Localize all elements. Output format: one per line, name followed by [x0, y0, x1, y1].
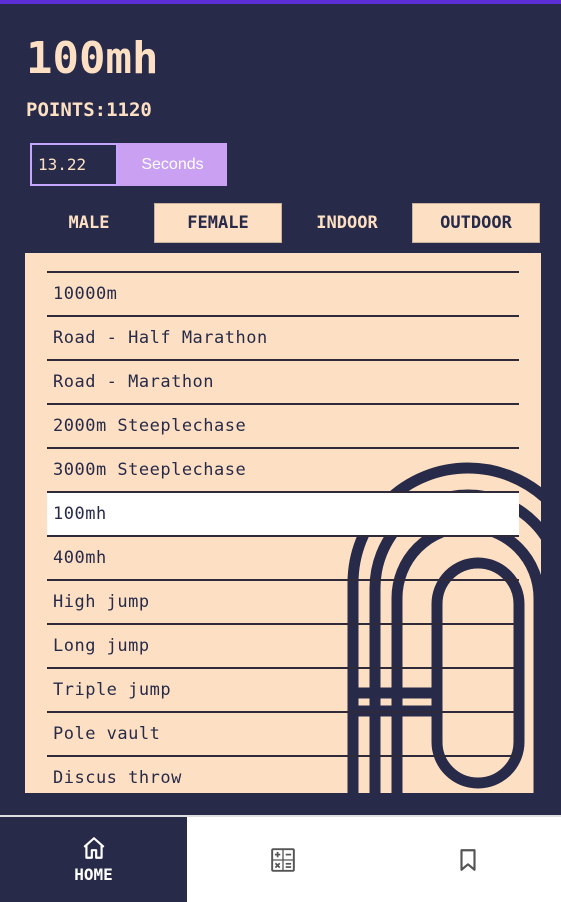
event-row-label: Discus throw: [53, 768, 182, 788]
event-row[interactable]: Discus throw: [47, 757, 519, 793]
event-list-panel: 10000m Road - Half Marathon Road - Maratho…: [25, 253, 541, 793]
bookmark-icon: [459, 848, 476, 871]
event-row-label: High jump: [53, 592, 150, 612]
outdoor-toggle[interactable]: OUTDOOR: [412, 203, 540, 243]
nav-home[interactable]: HOME: [0, 817, 187, 902]
event-row-label: Road - Half Marathon: [53, 328, 268, 348]
home-icon: [83, 837, 104, 859]
nav-calculator[interactable]: [189, 817, 376, 902]
event-row[interactable]: 2000m Steeplechase: [47, 405, 519, 449]
event-row[interactable]: Road - Marathon: [47, 361, 519, 405]
female-toggle[interactable]: FEMALE: [154, 203, 282, 243]
event-row[interactable]: 400mh: [47, 537, 519, 581]
event-row[interactable]: Road - Half Marathon: [47, 317, 519, 361]
event-row-label: 400mh: [53, 548, 107, 568]
event-row[interactable]: 3000m Steeplechase: [47, 449, 519, 493]
male-toggle[interactable]: MALE: [25, 203, 153, 243]
event-row-label: Road - Marathon: [53, 372, 215, 392]
event-row[interactable]: Long jump: [47, 625, 519, 669]
time-input[interactable]: [30, 143, 118, 186]
event-row[interactable]: 10000m: [47, 273, 519, 317]
event-row-label: 100mh: [53, 504, 107, 524]
event-row-label: 3000m Steeplechase: [53, 460, 247, 480]
top-accent-bar: [0, 0, 561, 4]
nav-home-label: HOME: [74, 865, 113, 884]
event-row-label: 2000m Steeplechase: [53, 416, 247, 436]
event-row[interactable]: High jump: [47, 581, 519, 625]
bottom-navigation: HOME: [0, 815, 561, 902]
event-title: 100mh: [26, 33, 159, 84]
event-row-label: 10000m: [53, 284, 118, 304]
event-row[interactable]: Pole vault: [47, 713, 519, 757]
event-row-label: Long jump: [53, 636, 150, 656]
event-row[interactable]: Triple jump: [47, 669, 519, 713]
event-row-label: Pole vault: [53, 724, 161, 744]
calculator-icon: [270, 847, 295, 872]
nav-bookmark[interactable]: [374, 817, 561, 902]
unit-button[interactable]: Seconds: [118, 143, 227, 186]
event-row-label: Triple jump: [53, 680, 172, 700]
indoor-toggle[interactable]: INDOOR: [283, 203, 411, 243]
event-list: 10000m Road - Half Marathon Road - Maratho…: [47, 271, 519, 793]
event-row[interactable]: 100mh: [47, 493, 519, 537]
points-display: POINTS:1120: [26, 99, 152, 121]
